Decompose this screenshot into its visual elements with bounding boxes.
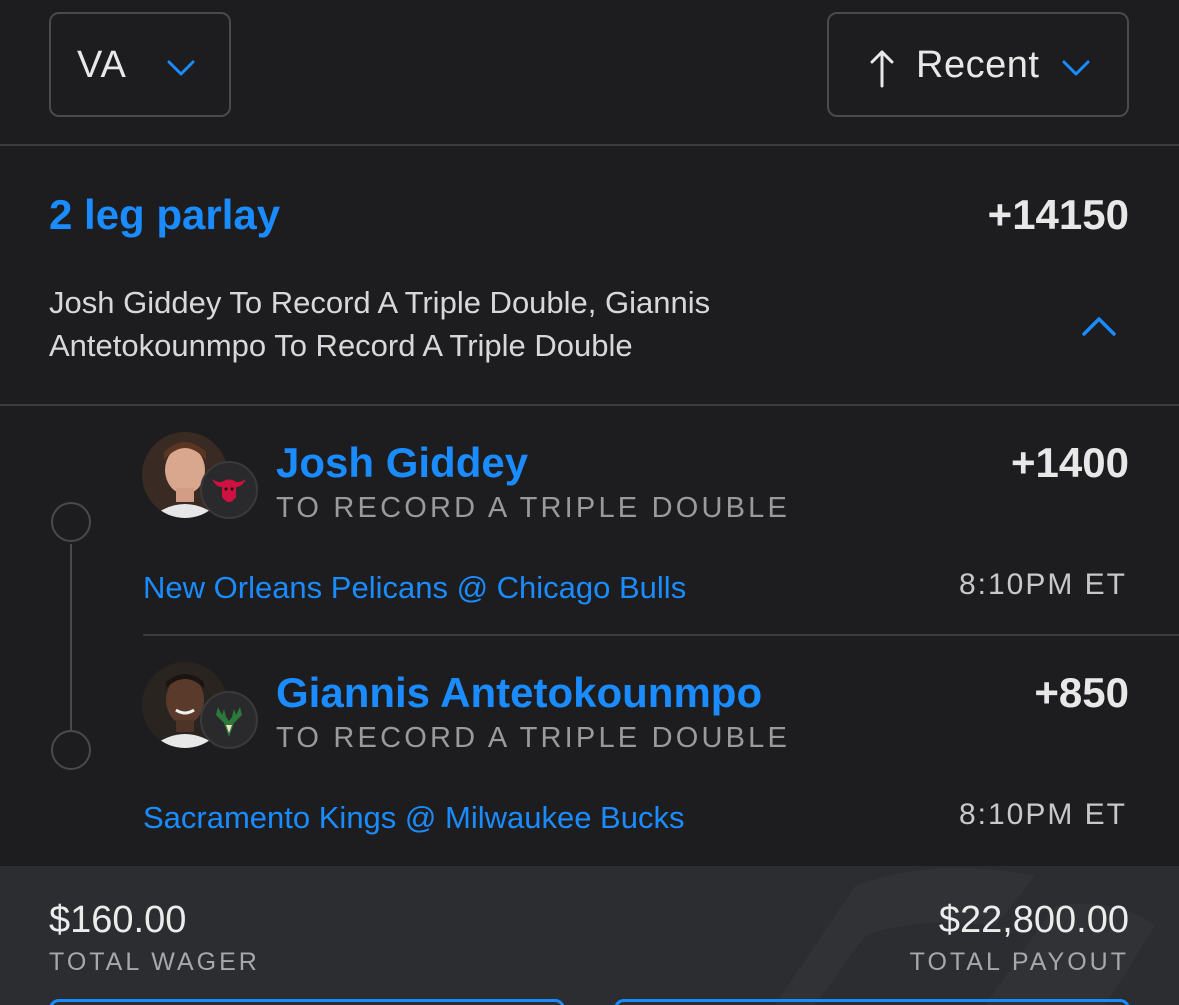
matchup-link[interactable]: Sacramento Kings @ Milwaukee Bucks (143, 800, 684, 836)
leg-odds: +1400 (1011, 439, 1129, 486)
sort-dropdown-label: Recent (916, 44, 1040, 86)
chevron-down-icon (167, 60, 195, 76)
state-dropdown-label: VA (77, 44, 127, 86)
leg-divider (143, 634, 1179, 636)
action-button[interactable] (614, 999, 1130, 1005)
total-wager-label: TOTAL WAGER (49, 948, 260, 976)
parlay-description: Josh Giddey To Record A Triple Double, G… (49, 285, 711, 363)
market-label: TO RECORD A TRIPLE DOUBLE (276, 492, 791, 524)
parlay-header[interactable]: 2 leg parlay +14150 Josh Giddey To Recor… (0, 147, 1179, 404)
market-label: TO RECORD A TRIPLE DOUBLE (276, 722, 791, 754)
timeline-dot (51, 502, 91, 542)
bet-totals: $160.00 TOTAL WAGER $22,800.00 TOTAL PAY… (0, 866, 1179, 1005)
total-payout-label: TOTAL PAYOUT (909, 948, 1129, 976)
bulls-logo-icon (200, 461, 258, 519)
parlay-odds: +14150 (987, 191, 1129, 238)
filter-bar: VA Recent (0, 0, 1179, 145)
player-name: Giannis Antetokounmpo (276, 669, 763, 716)
divider (0, 144, 1179, 146)
total-payout-amount: $22,800.00 (938, 899, 1129, 941)
arrow-up-icon (870, 50, 894, 88)
timeline-line (70, 544, 72, 752)
matchup-link[interactable]: New Orleans Pelicans @ Chicago Bulls (143, 570, 686, 606)
player-name: Josh Giddey (276, 439, 529, 486)
total-wager-amount: $160.00 (49, 899, 187, 941)
parlay-title: 2 leg parlay (49, 191, 281, 238)
parlay-legs: Josh Giddey +1400 TO RECORD A TRIPLE DOU… (0, 406, 1179, 866)
sort-dropdown[interactable]: Recent (827, 12, 1129, 117)
game-time: 8:10PM ET (958, 568, 1127, 601)
timeline-dot (51, 730, 91, 770)
state-dropdown[interactable]: VA (49, 12, 231, 117)
action-button[interactable] (49, 999, 565, 1005)
bucks-logo-icon (200, 691, 258, 749)
leg-odds: +850 (1034, 669, 1129, 716)
game-time: 8:10PM ET (958, 798, 1127, 831)
chevron-down-icon (1062, 60, 1090, 76)
chevron-up-icon[interactable] (1080, 314, 1118, 338)
